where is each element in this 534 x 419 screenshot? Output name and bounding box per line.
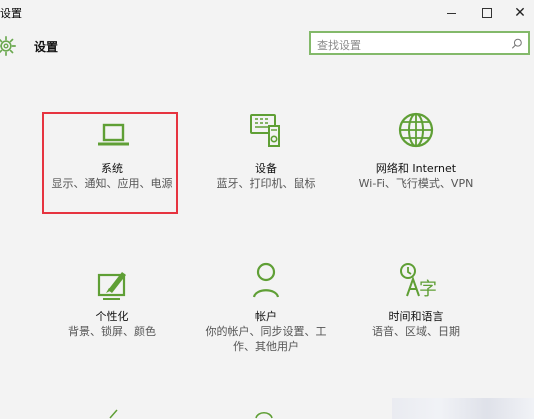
tile-description: 蓝牙、打印机、鼠标 (216, 177, 316, 190)
laptop-icon (98, 123, 129, 146)
svg-text:字: 字 (419, 279, 437, 298)
tile-title: 帐户 (255, 310, 277, 323)
tile-title: 个性化 (95, 310, 129, 323)
tile-description: 背景、锁屏、颜色 (68, 325, 156, 338)
settings-window: 设置 ✕ 设置 系统 显示、通知、应用、电源 设备 (0, 0, 534, 419)
search-icon (511, 38, 522, 49)
settings-tile-time-language[interactable]: 字 时间和语言 语音、区域、日期 (346, 260, 486, 360)
partial-tile-icon (109, 409, 118, 419)
tile-title: 时间和语言 (388, 310, 444, 323)
settings-tile-devices[interactable]: 设备 蓝牙、打印机、鼠标 (196, 112, 336, 212)
tile-description: Wi-Fi、飞行模式、VPN (358, 177, 474, 190)
search-input[interactable] (315, 35, 509, 55)
close-button[interactable]: ✕ (505, 3, 534, 23)
time-language-icon: 字 (400, 263, 437, 298)
minimize-icon (446, 12, 456, 14)
user-icon (252, 262, 280, 298)
partial-tile-icon (255, 411, 273, 419)
gear-icon (0, 36, 16, 56)
minimize-button[interactable] (436, 3, 466, 23)
settings-tile-system[interactable]: 系统 显示、通知、应用、电源 (42, 112, 182, 212)
title-bar[interactable]: 设置 ✕ (0, 0, 534, 28)
tile-description: 你的帐户、同步设置、工作、其他用户 (205, 325, 327, 353)
tile-title: 设备 (255, 162, 277, 175)
tile-title: 网络和 Internet (375, 162, 457, 175)
devices-icon (250, 114, 280, 147)
window-title: 设置 (0, 7, 22, 20)
close-icon: ✕ (514, 5, 526, 21)
settings-tile-accounts[interactable]: 帐户 你的帐户、同步设置、工作、其他用户 (196, 260, 336, 360)
maximize-button[interactable] (472, 3, 502, 23)
tile-description: 显示、通知、应用、电源 (51, 177, 173, 190)
personalize-icon (97, 272, 126, 300)
blurred-corner (392, 398, 534, 419)
page-title: 设置 (34, 40, 59, 54)
globe-icon (398, 112, 434, 148)
maximize-icon (482, 8, 492, 18)
settings-tile-personalization[interactable]: 个性化 背景、锁屏、颜色 (42, 260, 182, 360)
tile-description: 语音、区域、日期 (372, 325, 460, 338)
tile-title: 系统 (101, 162, 123, 175)
settings-tile-network[interactable]: 网络和 Internet Wi-Fi、飞行模式、VPN (346, 112, 486, 212)
search-box[interactable] (309, 31, 530, 55)
